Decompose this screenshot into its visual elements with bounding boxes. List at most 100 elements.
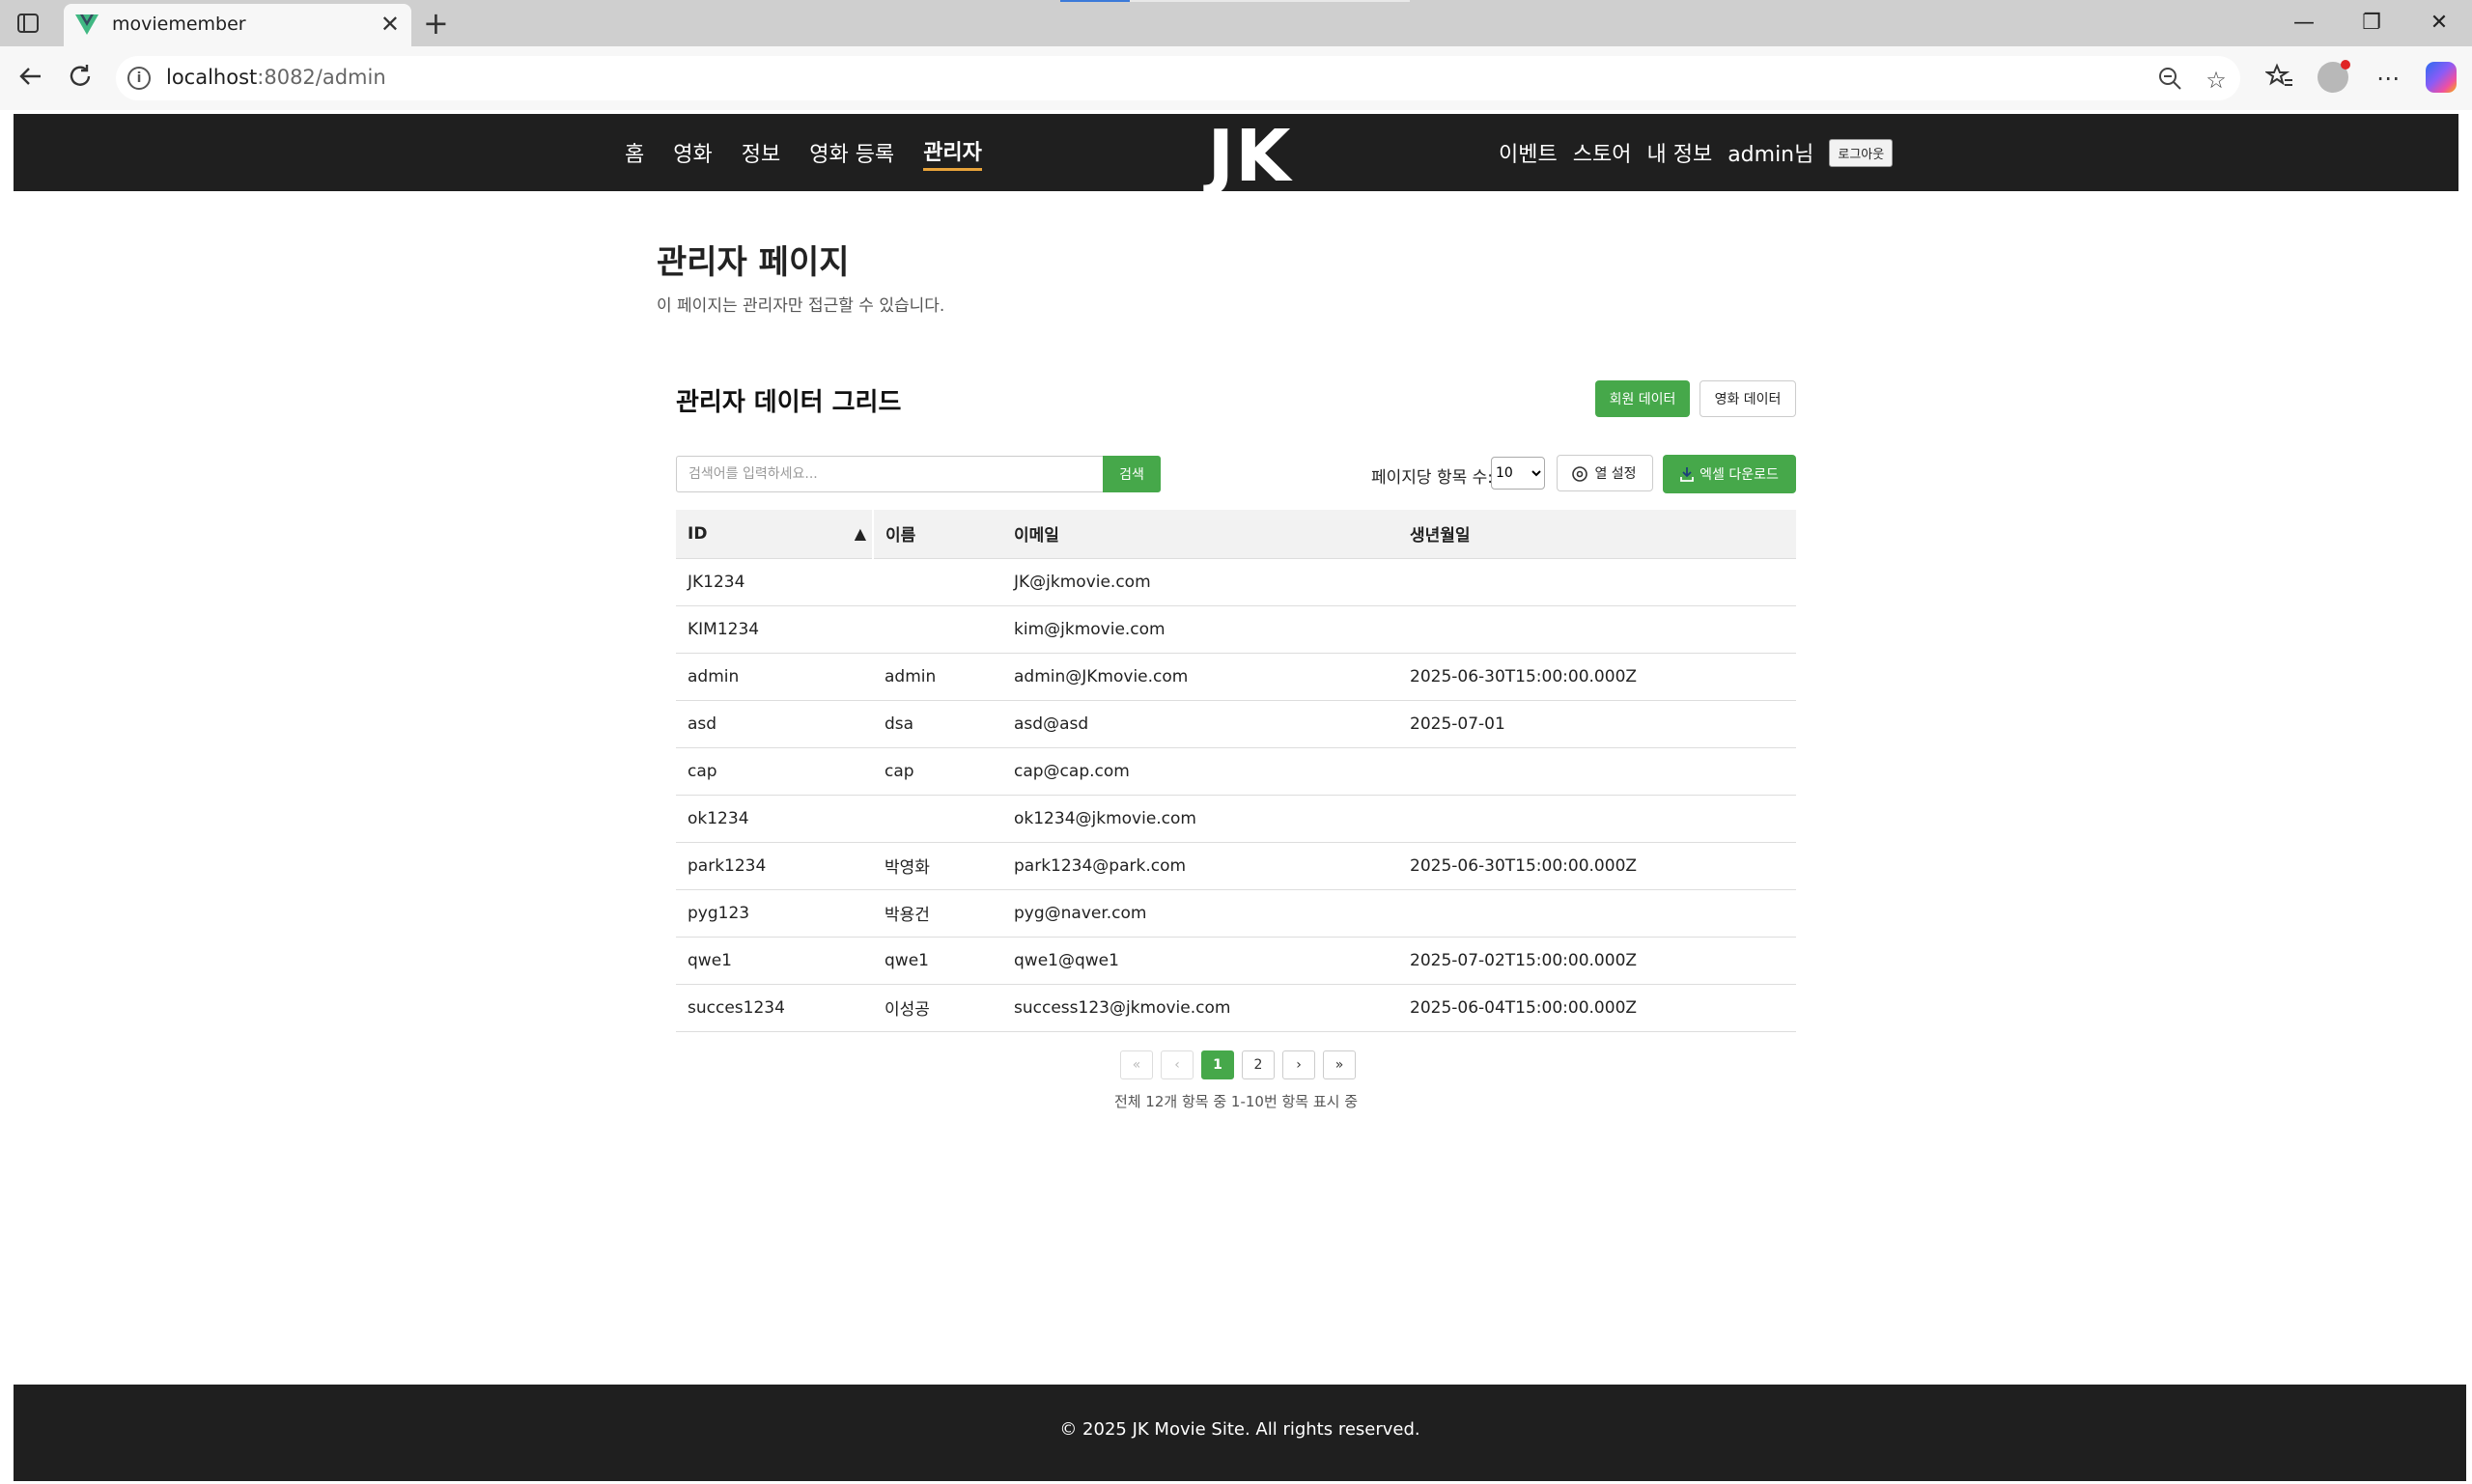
minimize-button[interactable]: — [2285,8,2323,39]
cell-birthdate: 2025-06-30T15:00:00.000Z [1398,842,1796,890]
back-arrow-icon[interactable] [14,62,46,95]
page-description: 이 페이지는 관리자만 접근할 수 있습니다. [657,296,945,316]
cell-email: park1234@park.com [1002,842,1398,890]
tab-title: moviemember [112,14,246,35]
restore-button[interactable]: ❐ [2352,8,2391,39]
cell-name: 박용건 [873,889,1002,938]
pagination-info: 전체 12개 항목 중 1-10번 항목 표시 중 [1113,1093,1359,1110]
cell-name: cap [873,747,1002,796]
site-logo[interactable]: JK MOVIE [1076,118,1423,272]
profile-avatar[interactable] [2318,60,2350,93]
cell-email: JK@jkmovie.com [1002,558,1398,606]
address-bar[interactable]: i localhost:8082/admin ☆ [116,56,2240,100]
site-footer: © 2025 JK Movie Site. All rights reserve… [14,1385,2466,1481]
prev-page-button[interactable]: ‹ [1161,1050,1194,1079]
favorite-star-icon[interactable]: ☆ [2202,66,2231,95]
reload-icon[interactable] [64,62,97,95]
page-button-1[interactable]: 1 [1201,1050,1234,1079]
copilot-icon[interactable] [2426,62,2457,93]
search-button[interactable]: 검색 [1103,456,1161,492]
cell-birthdate: 2025-07-01 [1398,700,1796,748]
logout-button[interactable]: 로그아웃 [1829,138,1894,167]
cell-id: cap [676,747,873,796]
cell-name [873,605,1002,654]
cell-id: succes1234 [676,984,873,1032]
nav-home[interactable]: 홈 [625,137,644,168]
favorites-list-icon[interactable] [2263,62,2296,95]
browser-tab[interactable]: moviemember ✕ [64,4,411,46]
table-row[interactable]: admin admin admin@JKmovie.com 2025-06-30T15… [676,653,1796,701]
notification-dot [2341,60,2350,70]
column-header-birthdate[interactable]: 생년월일 [1398,510,1796,559]
table-row[interactable]: succes1234 이성공 success123@jkmovie.com 2025-… [676,984,1796,1032]
table-body: JK1234 JK@jkmovie.com KIM1234 kim@jkmovie.c… [676,558,1796,1032]
browser-toolbar: i localhost:8082/admin ☆ ⋯ [0,46,2472,110]
cell-email: cap@cap.com [1002,747,1398,796]
per-page-select[interactable]: 10 [1491,457,1545,490]
cell-name: 이성공 [873,984,1002,1032]
nav-my-info[interactable]: 내 정보 [1646,137,1712,168]
column-settings-button[interactable]: 열 설정 [1557,455,1653,491]
cell-birthdate [1398,795,1796,843]
last-page-button[interactable]: » [1323,1050,1356,1079]
table-row[interactable]: qwe1 qwe1 qwe1@qwe1 2025-07-02T15:00:00.000… [676,937,1796,985]
nav-store[interactable]: 스토어 [1573,137,1632,168]
vue-favicon-icon [75,14,98,36]
nav-movie-register[interactable]: 영화 등록 [809,137,894,168]
table-row[interactable]: KIM1234 kim@jkmovie.com [676,605,1796,654]
excel-download-label: 엑셀 다운로드 [1700,467,1779,483]
next-page-button[interactable]: › [1282,1050,1315,1079]
main-nav: 홈 영화 정보 영화 등록 관리자 [625,114,1011,191]
zoom-icon[interactable] [2155,66,2184,95]
cell-email: success123@jkmovie.com [1002,984,1398,1032]
nav-movies[interactable]: 영화 [673,137,712,168]
search-input[interactable] [676,456,1103,492]
cell-name: admin [873,653,1002,701]
table-row[interactable]: ok1234 ok1234@jkmovie.com [676,795,1796,843]
more-options-icon[interactable]: ⋯ [2372,62,2404,95]
column-header-email[interactable]: 이메일 [1002,510,1398,559]
column-header-name[interactable]: 이름 [873,510,1002,559]
tab-actions-icon[interactable] [15,11,41,36]
site-info-icon[interactable]: i [127,67,151,90]
table-header-row: ID ▲ 이름 이메일 생년월일 [676,510,1796,559]
table-row[interactable]: pyg123 박용건 pyg@naver.com [676,889,1796,938]
nav-admin[interactable]: 관리자 [923,135,982,171]
download-icon [1678,465,1696,487]
close-window-button[interactable]: ✕ [2420,8,2458,39]
excel-download-button[interactable]: 엑셀 다운로드 [1663,455,1796,493]
cell-birthdate: 2025-06-30T15:00:00.000Z [1398,653,1796,701]
gear-icon [1571,465,1588,487]
cell-email: qwe1@qwe1 [1002,937,1398,985]
table-row[interactable]: cap cap cap@cap.com [676,747,1796,796]
cell-birthdate [1398,889,1796,938]
page-button-2[interactable]: 2 [1242,1050,1275,1079]
member-data-button[interactable]: 회원 데이터 [1595,380,1690,417]
cell-id: admin [676,653,873,701]
cell-birthdate [1398,605,1796,654]
cell-id: pyg123 [676,889,873,938]
cell-email: admin@JKmovie.com [1002,653,1398,701]
cell-email: kim@jkmovie.com [1002,605,1398,654]
table-row[interactable]: JK1234 JK@jkmovie.com [676,558,1796,606]
first-page-button[interactable]: « [1120,1050,1153,1079]
table-row[interactable]: park1234 박영화 park1234@park.com 2025-06-30T1… [676,842,1796,890]
url-text: localhost:8082/admin [166,66,386,89]
table-row[interactable]: asd dsa asd@asd 2025-07-01 [676,700,1796,748]
nav-events[interactable]: 이벤트 [1499,137,1558,168]
cell-id: ok1234 [676,795,873,843]
cell-id: KIM1234 [676,605,873,654]
cell-birthdate: 2025-06-04T15:00:00.000Z [1398,984,1796,1032]
nav-info[interactable]: 정보 [742,137,780,168]
copyright-text: © 2025 JK Movie Site. All rights reserve… [1059,1419,1420,1440]
column-header-id[interactable]: ID ▲ [676,510,874,559]
cell-id: JK1234 [676,558,873,606]
tab-close-icon[interactable]: ✕ [380,12,400,37]
cell-name [873,558,1002,606]
new-tab-button[interactable]: + [423,6,449,41]
grid-title: 관리자 데이터 그리드 [676,388,902,417]
per-page-label: 페이지당 항목 수: [1371,468,1494,488]
movie-data-button[interactable]: 영화 데이터 [1700,380,1796,417]
cell-email: ok1234@jkmovie.com [1002,795,1398,843]
cell-name: qwe1 [873,937,1002,985]
